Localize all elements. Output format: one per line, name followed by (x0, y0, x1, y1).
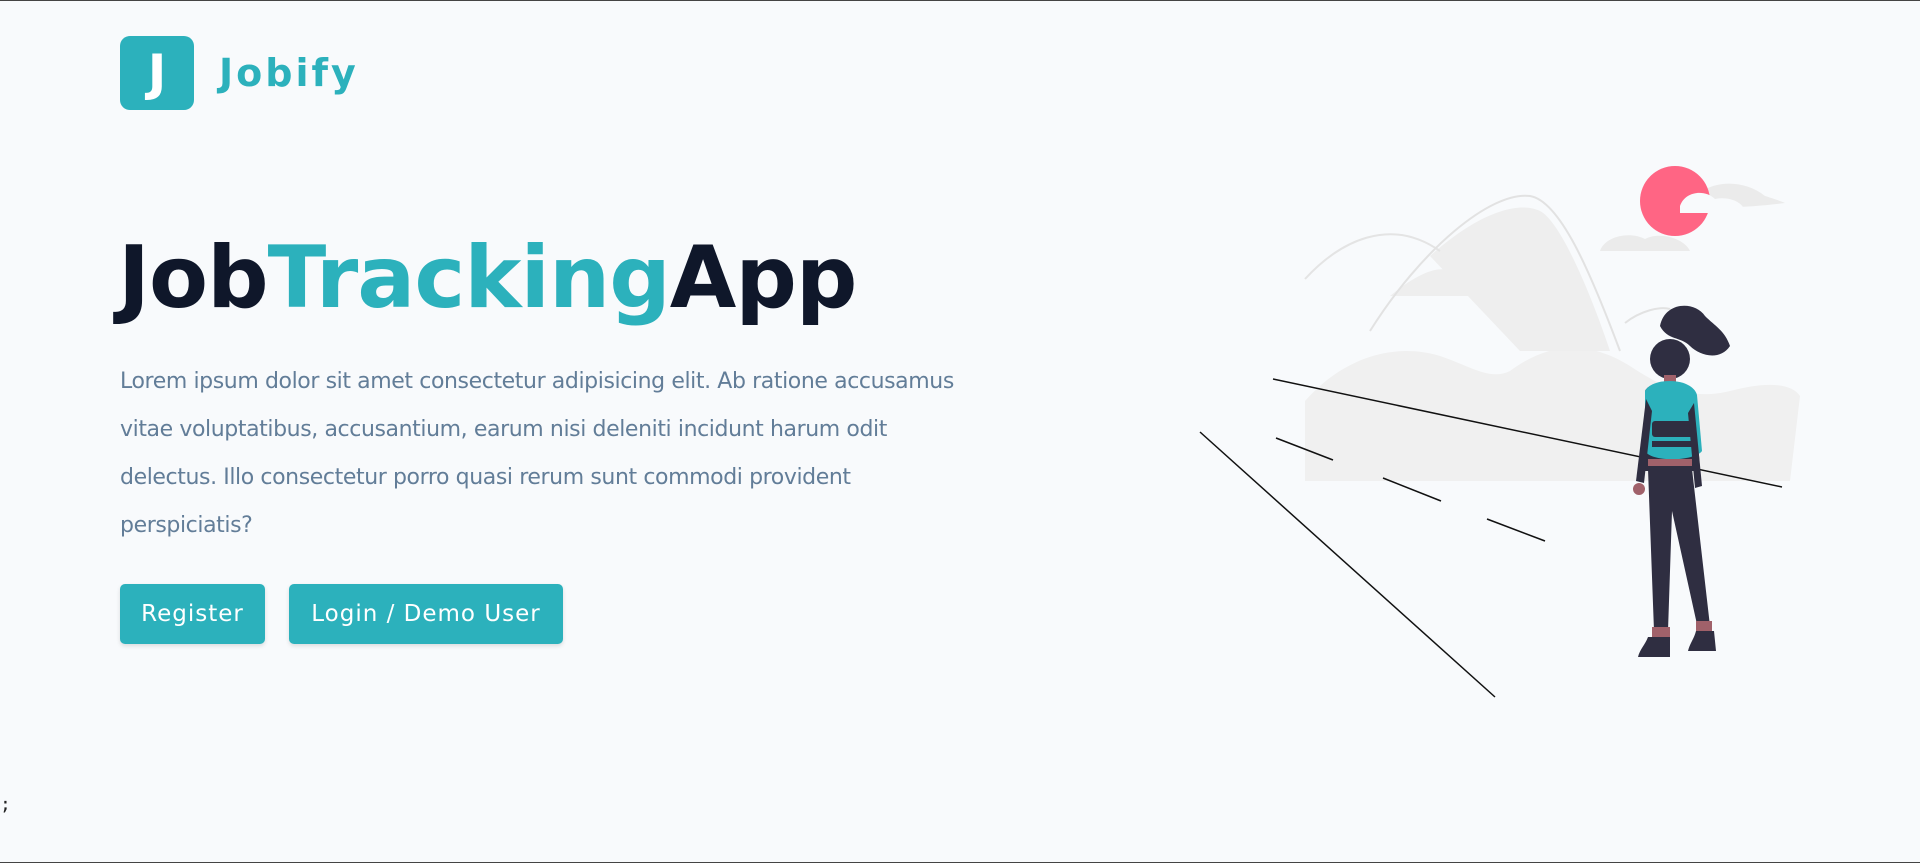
title-word-job: Job (118, 228, 269, 328)
logo-icon: J (120, 36, 194, 110)
stray-text: ; (0, 794, 11, 815)
sun-illustration (1640, 166, 1745, 236)
page-title: JobTrackingApp (118, 223, 858, 333)
register-button[interactable]: Register (120, 584, 265, 644)
logo[interactable]: J Jobify (120, 36, 359, 110)
mountains-illustration (1304, 183, 1800, 481)
title-word-tracking: Tracking (267, 228, 671, 328)
login-demo-button[interactable]: Login / Demo User (289, 584, 563, 644)
woman-with-backpack-on-road-illustration (1199, 166, 1800, 698)
title-word-app: App (669, 228, 858, 328)
woman-figure-illustration (1633, 305, 1730, 657)
logo-text: Jobify (219, 51, 359, 95)
hero-description: Lorem ipsum dolor sit amet consectetur a… (120, 369, 954, 538)
